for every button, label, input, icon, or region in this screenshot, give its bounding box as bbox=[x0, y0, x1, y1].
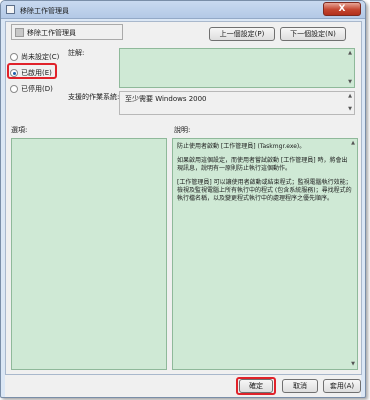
setting-title: 移除工作管理員 bbox=[27, 29, 76, 37]
policy-icon bbox=[6, 5, 15, 14]
options-pane bbox=[11, 138, 167, 370]
radio-label-not-configured: 尚未設定(C) bbox=[21, 53, 60, 61]
radio-label-disabled: 已停用(D) bbox=[21, 85, 53, 93]
header-panel: 移除工作管理員 bbox=[11, 24, 123, 40]
close-button[interactable]: X bbox=[323, 2, 361, 16]
supported-value: 至少需要 Windows 2000 bbox=[125, 95, 207, 103]
dialog-footer: 確定 取消 套用(A) bbox=[5, 375, 361, 397]
cancel-button[interactable]: 取消 bbox=[282, 379, 318, 393]
radio-indicator bbox=[10, 53, 18, 61]
supported-label: 支援的作業系統: bbox=[68, 93, 120, 101]
scroll-down-icon[interactable]: ▼ bbox=[347, 80, 353, 85]
scroll-up-icon[interactable]: ▲ bbox=[347, 94, 353, 99]
comment-textarea[interactable]: ▲ ▼ bbox=[119, 48, 355, 88]
scroll-down-icon[interactable]: ▼ bbox=[350, 362, 356, 367]
scroll-up-icon[interactable]: ▲ bbox=[350, 141, 356, 146]
supported-field: 至少需要 Windows 2000 ▲ ▼ bbox=[119, 91, 355, 115]
help-paragraph: [工作管理員] 可以讓使用者啟動或結束程式；監視電腦執行效能；檢視及監視電腦上所… bbox=[177, 179, 352, 202]
next-setting-button[interactable]: 下一個設定(N) bbox=[280, 27, 346, 41]
radio-disabled[interactable]: 已停用(D) bbox=[10, 84, 53, 94]
radio-indicator bbox=[10, 85, 18, 93]
help-pane[interactable]: 防止使用者啟動 [工作管理員] (Taskmgr.exe)。 如果啟用這個設定，… bbox=[172, 138, 358, 370]
help-text: 防止使用者啟動 [工作管理員] (Taskmgr.exe)。 如果啟用這個設定，… bbox=[173, 139, 357, 213]
enabled-highlight-box bbox=[7, 63, 57, 79]
radio-not-configured[interactable]: 尚未設定(C) bbox=[10, 52, 59, 62]
help-paragraph: 防止使用者啟動 [工作管理員] (Taskmgr.exe)。 bbox=[177, 143, 306, 150]
help-paragraph: 如果啟用這個設定，而使用者嘗試啟動 [工作管理員] 時，將會出現訊息，說明有一原… bbox=[177, 157, 348, 172]
setting-icon bbox=[15, 28, 24, 37]
policy-dialog-window: 移除工作管理員 X 移除工作管理員 上一個設定(P) 下一個設定(N) 尚未設定… bbox=[0, 0, 366, 398]
help-label: 說明: bbox=[174, 126, 191, 134]
title-bar[interactable]: 移除工作管理員 X bbox=[1, 1, 365, 19]
window-title: 移除工作管理員 bbox=[20, 7, 69, 15]
apply-button[interactable]: 套用(A) bbox=[323, 379, 361, 393]
prev-setting-button[interactable]: 上一個設定(P) bbox=[209, 27, 275, 41]
scroll-down-icon[interactable]: ▼ bbox=[347, 107, 353, 112]
dialog-content: 移除工作管理員 上一個設定(P) 下一個設定(N) 尚未設定(C) 已啟用(E)… bbox=[5, 21, 362, 375]
comment-label: 註解: bbox=[68, 49, 85, 57]
scroll-up-icon[interactable]: ▲ bbox=[347, 51, 353, 56]
options-label: 選項: bbox=[11, 126, 28, 134]
ok-button[interactable]: 確定 bbox=[239, 379, 273, 393]
